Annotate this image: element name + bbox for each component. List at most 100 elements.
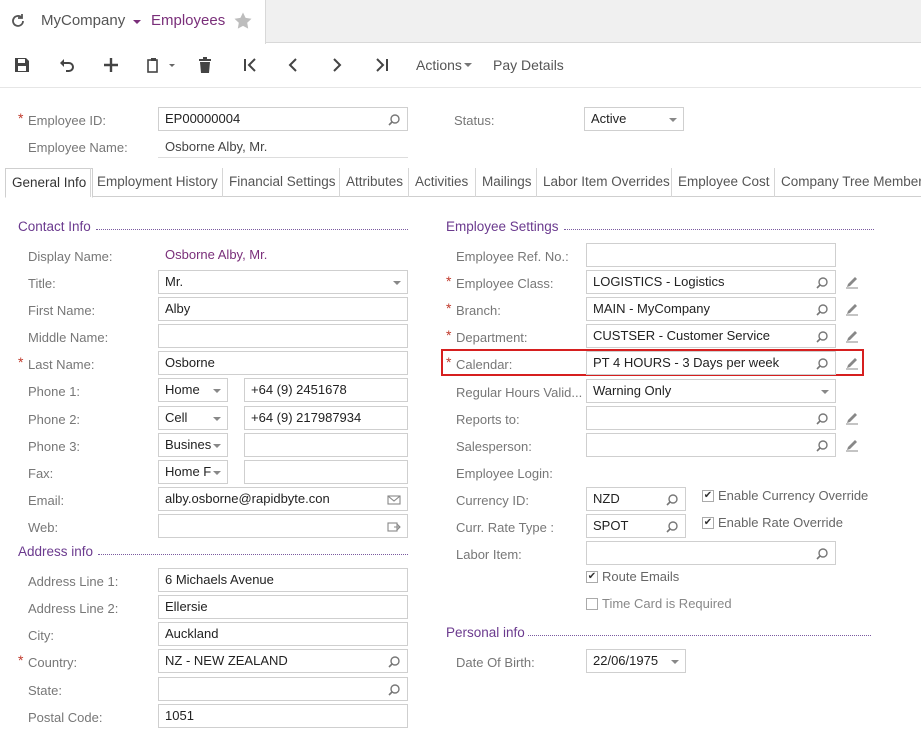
web-field[interactable]	[158, 514, 408, 538]
search-icon[interactable]	[665, 492, 679, 506]
tab-employee-cost[interactable]: Employee Cost	[671, 168, 776, 197]
state-field[interactable]	[158, 677, 408, 701]
first-record-icon[interactable]	[238, 53, 262, 77]
pay-details-button[interactable]: Pay Details	[493, 57, 564, 73]
last-name-field[interactable]: Osborne	[158, 351, 408, 375]
reports-to-field[interactable]	[586, 406, 836, 430]
department-field[interactable]: CUSTSER - Customer Service	[586, 324, 836, 348]
tab-activities[interactable]: Activities	[408, 168, 474, 197]
tab-financial-settings[interactable]: Financial Settings	[222, 168, 342, 197]
search-icon[interactable]	[815, 275, 829, 289]
edit-pencil-icon[interactable]	[845, 302, 859, 316]
previous-record-icon[interactable]	[281, 53, 305, 77]
status-select[interactable]: Active	[584, 107, 684, 131]
search-icon[interactable]	[815, 411, 829, 425]
phone1-label: Phone 1:	[28, 384, 81, 399]
save-icon[interactable]	[10, 53, 34, 77]
edit-pencil-icon[interactable]	[845, 275, 859, 289]
search-icon[interactable]	[387, 682, 401, 696]
search-icon[interactable]	[387, 112, 401, 126]
add-icon[interactable]	[99, 53, 123, 77]
curr-rate-type-field[interactable]: SPOT	[586, 514, 686, 538]
refresh-icon[interactable]	[9, 12, 27, 30]
branch-field[interactable]: MAIN - MyCompany	[586, 297, 836, 321]
employee-name-value: Osborne Alby, Mr.	[165, 139, 268, 154]
phone1-type-select[interactable]: Home	[158, 378, 228, 402]
delete-icon[interactable]	[193, 53, 217, 77]
date-of-birth-label: Date Of Birth:	[456, 655, 535, 670]
employee-ref-no-field[interactable]	[586, 243, 836, 267]
employee-id-field[interactable]: EP00000004	[158, 107, 408, 131]
phone2-label: Phone 2:	[28, 412, 81, 427]
search-icon[interactable]	[665, 519, 679, 533]
time-card-required-checkbox[interactable]	[586, 598, 598, 610]
postal-code-field[interactable]: 1051	[158, 704, 408, 728]
required-marker: *	[18, 354, 24, 370]
status-value: Active	[591, 111, 627, 126]
last-record-icon[interactable]	[370, 53, 394, 77]
tab-employment-history[interactable]: Employment History	[90, 168, 224, 197]
employee-class-field[interactable]: LOGISTICS - Logistics	[586, 270, 836, 294]
city-label: City:	[28, 628, 54, 643]
search-icon[interactable]	[815, 546, 829, 560]
copy-paste-icon[interactable]	[143, 53, 177, 77]
phone3-type-value: Busines	[165, 437, 212, 452]
phone3-type-select[interactable]: Busines	[158, 433, 228, 457]
favorite-star-icon[interactable]	[233, 11, 253, 31]
date-of-birth-field[interactable]: 22/06/1975	[586, 649, 686, 673]
city-field[interactable]: Auckland	[158, 622, 408, 646]
currency-id-field[interactable]: NZD	[586, 487, 686, 511]
first-name-label: First Name:	[28, 303, 96, 318]
time-card-required-label: Time Card is Required	[602, 596, 732, 611]
first-name-field[interactable]: Alby	[158, 297, 408, 321]
undo-icon[interactable]	[55, 53, 79, 77]
phone2-field[interactable]: +64 (9) 217987934	[244, 406, 408, 430]
phone3-field[interactable]	[244, 433, 408, 457]
phone2-type-select[interactable]: Cell	[158, 406, 228, 430]
edit-pencil-icon[interactable]	[845, 329, 859, 343]
title-select[interactable]: Mr.	[158, 270, 408, 294]
search-icon[interactable]	[815, 438, 829, 452]
fax-field[interactable]	[244, 460, 408, 484]
edit-pencil-icon[interactable]	[845, 411, 859, 425]
route-emails-checkbox[interactable]: ✔	[586, 571, 598, 583]
search-icon[interactable]	[815, 329, 829, 343]
mail-icon[interactable]	[387, 492, 401, 506]
fax-label: Fax:	[28, 466, 54, 481]
tab-mailings[interactable]: Mailings	[475, 168, 538, 197]
search-icon[interactable]	[387, 654, 401, 668]
address-line1-field[interactable]: 6 Michaels Avenue	[158, 568, 408, 592]
actions-menu-button[interactable]: Actions	[416, 57, 462, 73]
page-title: Employees	[151, 12, 226, 29]
regular-hours-validation-select[interactable]: Warning Only	[586, 379, 836, 403]
enable-currency-override-checkbox[interactable]: ✔	[702, 490, 714, 502]
state-label: State:	[28, 683, 62, 698]
employee-ref-no-label: Employee Ref. No.:	[456, 249, 569, 264]
salesperson-field[interactable]	[586, 433, 836, 457]
tab-labor-item-overrides[interactable]: Labor Item Overrides	[536, 168, 676, 197]
enable-rate-override-checkbox[interactable]: ✔	[702, 517, 714, 529]
email-field[interactable]: alby.osborne@rapidbyte.con	[158, 487, 408, 511]
middle-name-field[interactable]	[158, 324, 408, 348]
employee-login-label: Employee Login:	[456, 466, 553, 481]
edit-pencil-icon[interactable]	[845, 356, 859, 370]
edit-pencil-icon[interactable]	[845, 438, 859, 452]
calendar-field[interactable]: PT 4 HOURS - 3 Days per week	[586, 351, 836, 375]
search-icon[interactable]	[815, 356, 829, 370]
tab-general-info[interactable]: General Info	[5, 168, 94, 198]
breadcrumb-company[interactable]: MyCompany	[41, 12, 125, 29]
department-label: Department:	[456, 330, 528, 345]
contact-info-header: Contact Info	[18, 219, 91, 234]
country-field[interactable]: NZ - NEW ZEALAND	[158, 649, 408, 673]
search-icon[interactable]	[815, 302, 829, 316]
labor-item-field[interactable]	[586, 541, 836, 565]
phone1-field[interactable]: +64 (9) 2451678	[244, 378, 408, 402]
fax-type-select[interactable]: Home F	[158, 460, 228, 484]
tab-company-tree-member[interactable]: Company Tree Member	[774, 168, 921, 197]
address-line2-field[interactable]: Ellersie	[158, 595, 408, 619]
next-record-icon[interactable]	[325, 53, 349, 77]
tab-attributes[interactable]: Attributes	[339, 168, 409, 197]
section-divider	[96, 229, 408, 230]
open-link-icon[interactable]	[387, 519, 401, 533]
postal-code-label: Postal Code:	[28, 710, 103, 725]
